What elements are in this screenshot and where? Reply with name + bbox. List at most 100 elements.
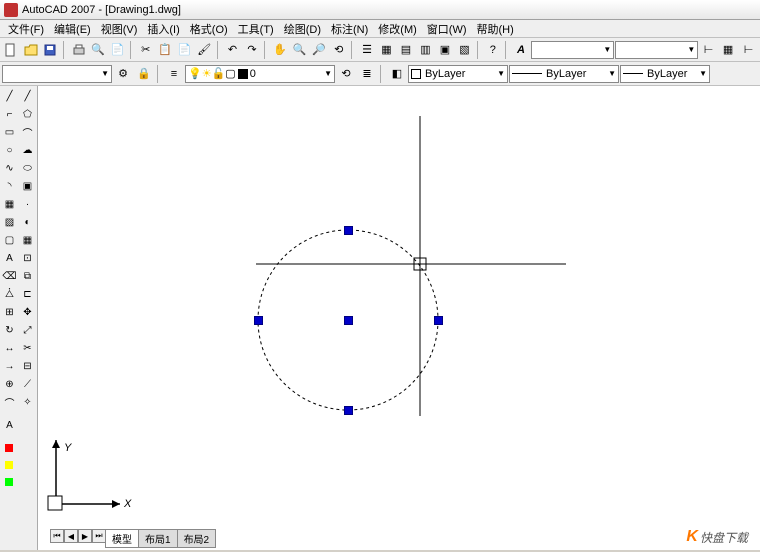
drawing-canvas[interactable]: Y X ⏮ ◀ ▶ ⏭ 模型 布局1 布局2 xyxy=(38,86,760,550)
copy-obj-icon[interactable]: ⧉ xyxy=(19,268,36,285)
erase-icon[interactable]: ⌫ xyxy=(1,268,18,285)
print-icon[interactable] xyxy=(69,40,88,60)
chamfer-icon[interactable]: ⟋ xyxy=(19,376,36,393)
dim-style-dropdown[interactable]: ▼ xyxy=(615,41,698,59)
grip-center[interactable] xyxy=(344,316,353,325)
circle-icon[interactable]: ○ xyxy=(1,142,18,159)
lock-toolbar-icon[interactable]: 🔒 xyxy=(134,64,154,84)
text-style-icon[interactable]: A xyxy=(512,40,531,60)
save-icon[interactable] xyxy=(41,40,60,60)
menu-help[interactable]: 帮助(H) xyxy=(473,20,518,38)
table-icon[interactable]: ▦ xyxy=(719,40,738,60)
menu-modify[interactable]: 修改(M) xyxy=(374,20,421,38)
fillet-icon[interactable]: ⌒ xyxy=(1,394,18,411)
yellow-icon[interactable] xyxy=(5,461,13,469)
zoom-realtime-icon[interactable]: 🔍 xyxy=(291,40,310,60)
tab-prev-icon[interactable]: ◀ xyxy=(64,529,78,543)
tab-layout2[interactable]: 布局2 xyxy=(177,529,217,548)
make-block-icon[interactable]: ▦ xyxy=(1,196,18,213)
undo-icon[interactable]: ↶ xyxy=(223,40,242,60)
point-icon[interactable]: · xyxy=(19,196,36,213)
trim-icon[interactable]: ✂ xyxy=(19,340,36,357)
match-prop-icon[interactable]: 🖌 xyxy=(195,40,214,60)
color-dropdown[interactable]: ByLayer▼ xyxy=(408,65,508,83)
menu-view[interactable]: 视图(V) xyxy=(97,20,142,38)
tool-palette-icon[interactable]: ▤ xyxy=(397,40,416,60)
tab-last-icon[interactable]: ⏭ xyxy=(92,529,106,543)
zoom-window-icon[interactable]: 🔎 xyxy=(310,40,329,60)
insert-block-icon[interactable]: ▣ xyxy=(19,178,36,195)
grip-bottom[interactable] xyxy=(344,406,353,415)
explode-icon[interactable]: ✧ xyxy=(19,394,36,411)
polygon-icon[interactable]: ⬠ xyxy=(19,106,36,123)
new-icon[interactable] xyxy=(2,40,21,60)
grip-left[interactable] xyxy=(254,316,263,325)
arc-icon[interactable]: ⌒ xyxy=(19,124,36,141)
menu-dimension[interactable]: 标注(N) xyxy=(327,20,372,38)
line-icon[interactable]: ╱ xyxy=(1,88,18,105)
green-icon[interactable] xyxy=(5,478,13,486)
rotate-icon[interactable]: ↻ xyxy=(1,322,18,339)
polyline-icon[interactable]: ⌐ xyxy=(1,106,18,123)
table-icon[interactable]: ▦ xyxy=(19,232,36,249)
tab-next-icon[interactable]: ▶ xyxy=(78,529,92,543)
layer-manager-icon[interactable]: ≡ xyxy=(164,64,184,84)
publish-icon[interactable]: 📄 xyxy=(108,40,127,60)
pan-icon[interactable]: ✋ xyxy=(271,40,290,60)
hatch-icon[interactable]: ▨ xyxy=(1,214,18,231)
break-icon[interactable]: ⊟ xyxy=(19,358,36,375)
paste-icon[interactable]: 📄 xyxy=(176,40,195,60)
ellipse-arc-icon[interactable]: ◝ xyxy=(1,178,18,195)
plot-preview-icon[interactable]: 🔍 xyxy=(89,40,108,60)
tab-model[interactable]: 模型 xyxy=(105,529,139,548)
menu-window[interactable]: 窗口(W) xyxy=(423,20,471,38)
zoom-previous-icon[interactable]: ⟲ xyxy=(330,40,349,60)
modify-icon[interactable]: ⊡ xyxy=(19,250,36,267)
workspace-settings-icon[interactable]: ⚙ xyxy=(113,64,133,84)
move-icon[interactable]: ✥ xyxy=(19,304,36,321)
mtext-icon[interactable]: A xyxy=(1,250,18,267)
ellipse-icon[interactable]: ⬭ xyxy=(19,160,36,177)
layer-previous-icon[interactable]: ⟲ xyxy=(336,64,356,84)
properties-icon[interactable]: ☰ xyxy=(358,40,377,60)
markup-icon[interactable]: ▣ xyxy=(436,40,455,60)
design-center-icon[interactable]: ▦ xyxy=(377,40,396,60)
open-icon[interactable] xyxy=(22,40,41,60)
menu-file[interactable]: 文件(F) xyxy=(4,20,48,38)
menu-draw[interactable]: 绘图(D) xyxy=(280,20,325,38)
grip-top[interactable] xyxy=(344,226,353,235)
copy-icon[interactable]: 📋 xyxy=(156,40,175,60)
dim-linear-icon[interactable]: ⊢ xyxy=(739,40,758,60)
red-icon[interactable] xyxy=(5,444,13,452)
offset-icon[interactable]: ⊏ xyxy=(19,286,36,303)
tab-layout1[interactable]: 布局1 xyxy=(138,529,178,548)
dim-icon[interactable]: ⊢ xyxy=(699,40,718,60)
stretch-icon[interactable]: ↔ xyxy=(1,340,18,357)
rectangle-icon[interactable]: ▭ xyxy=(1,124,18,141)
linetype-dropdown[interactable]: ByLayer▼ xyxy=(509,65,619,83)
dtext-icon[interactable]: A xyxy=(1,417,18,434)
menu-format[interactable]: 格式(O) xyxy=(186,20,232,38)
extend-icon[interactable]: → xyxy=(1,358,18,375)
layer-states-icon[interactable]: ≣ xyxy=(357,64,377,84)
join-icon[interactable]: ⊕ xyxy=(1,376,18,393)
scale-icon[interactable]: ⤢ xyxy=(19,322,36,339)
sheet-set-icon[interactable]: ▥ xyxy=(416,40,435,60)
region-icon[interactable]: ▢ xyxy=(1,232,18,249)
gradient-icon[interactable]: ◐ xyxy=(19,214,36,231)
color-control-icon[interactable]: ◧ xyxy=(387,64,407,84)
redo-icon[interactable]: ↷ xyxy=(243,40,262,60)
menu-edit[interactable]: 编辑(E) xyxy=(50,20,95,38)
tab-first-icon[interactable]: ⏮ xyxy=(50,529,64,543)
calc-icon[interactable]: ▧ xyxy=(455,40,474,60)
text-style-dropdown[interactable]: ▼ xyxy=(531,41,614,59)
menu-insert[interactable]: 插入(I) xyxy=(143,20,183,38)
workspace-dropdown[interactable]: ▼ xyxy=(2,65,112,83)
cut-icon[interactable]: ✂ xyxy=(137,40,156,60)
menu-tools[interactable]: 工具(T) xyxy=(234,20,278,38)
xline-icon[interactable]: ╱ xyxy=(19,88,36,105)
layer-dropdown[interactable]: 💡☀🔓▢ 0▼ xyxy=(185,65,335,83)
mirror-icon[interactable]: ⧊ xyxy=(1,286,18,303)
lineweight-dropdown[interactable]: ByLayer▼ xyxy=(620,65,710,83)
spline-icon[interactable]: ∿ xyxy=(1,160,18,177)
